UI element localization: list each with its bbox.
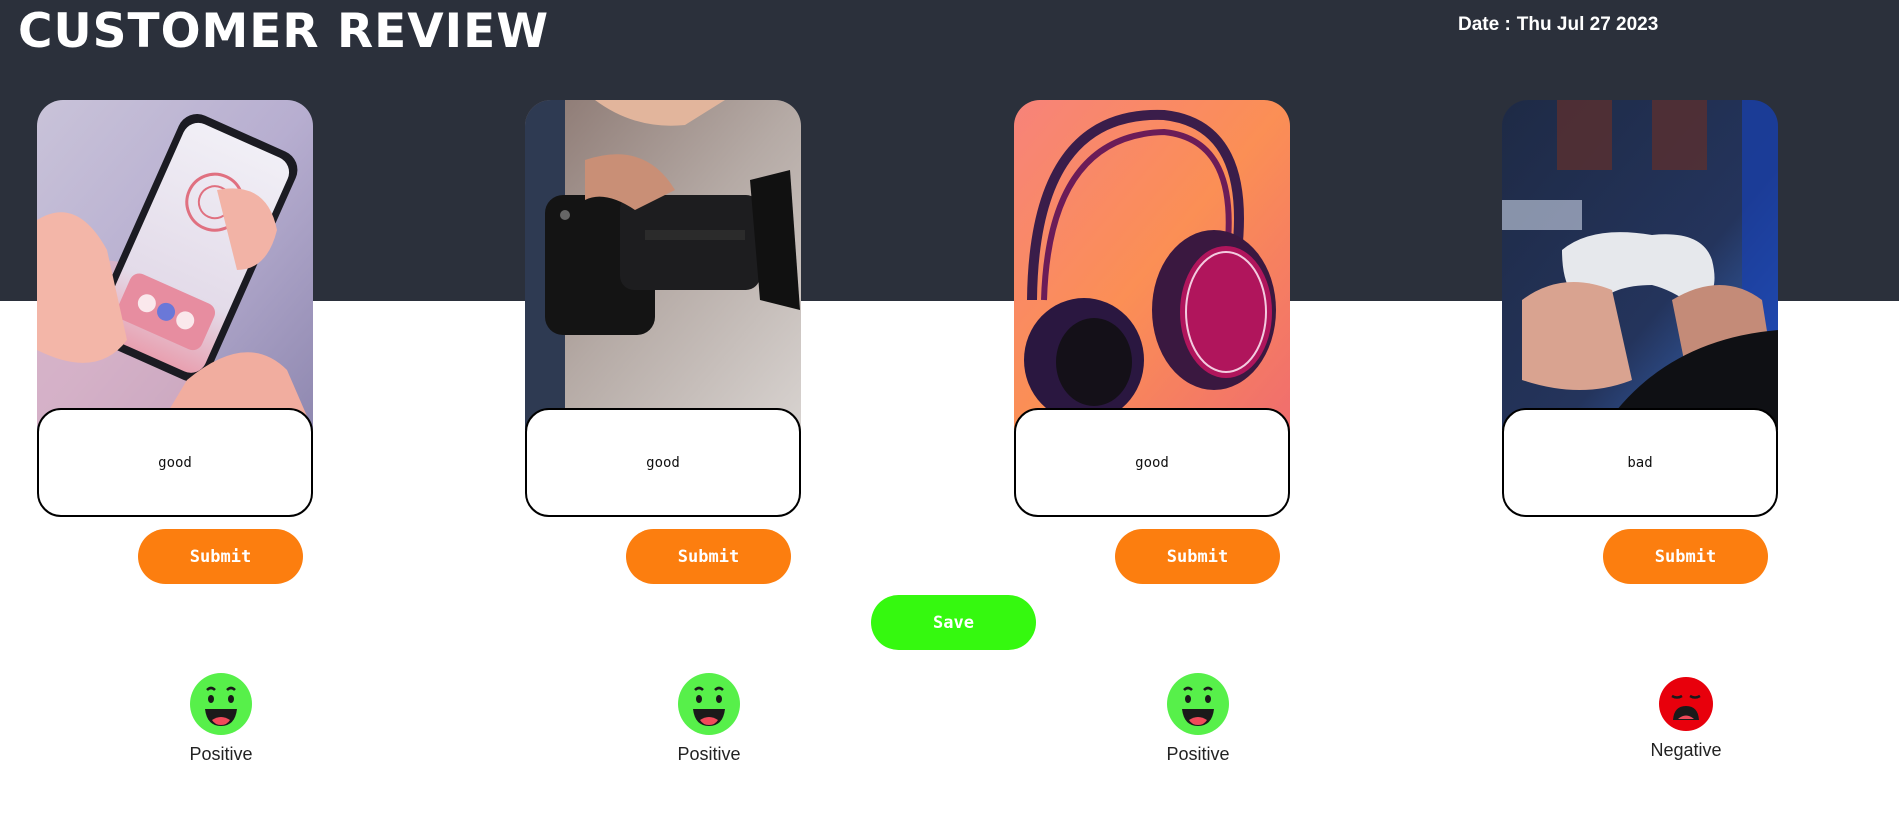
sentiment-label: Positive <box>189 744 253 764</box>
product-card: good <box>525 100 801 520</box>
review-text-box[interactable]: good <box>37 408 313 517</box>
product-card: bad <box>1502 100 1778 520</box>
sentiment-label: Negative <box>1650 740 1722 760</box>
submit-button[interactable]: Submit <box>626 529 791 584</box>
submit-button[interactable]: Submit <box>138 529 303 584</box>
game-controller-image <box>1502 100 1778 430</box>
product-card: good <box>37 100 313 520</box>
review-text-box[interactable]: good <box>525 408 801 517</box>
happy-face-icon <box>1167 673 1229 735</box>
sentiment-label: Positive <box>1166 744 1230 764</box>
date-label: Date : <box>1458 14 1511 35</box>
product-card: good <box>1014 100 1290 520</box>
date-display: Date : Thu Jul 27 2023 <box>1458 14 1664 36</box>
happy-face-icon <box>678 673 740 735</box>
page-title: CUSTOMER REVIEW <box>18 4 550 59</box>
sad-face-icon <box>1659 677 1713 731</box>
date-value: Thu Jul 27 2023 <box>1516 14 1659 35</box>
sentiment-result: Negative <box>1616 672 1756 772</box>
save-button[interactable]: Save <box>871 595 1036 650</box>
submit-button[interactable]: Submit <box>1603 529 1768 584</box>
product-image-smartphone <box>37 100 313 430</box>
camera-image <box>525 100 801 430</box>
product-image-headphones <box>1014 100 1290 430</box>
product-image-camera <box>525 100 801 430</box>
review-text-box[interactable]: good <box>1014 408 1290 517</box>
smartphone-image <box>37 100 313 430</box>
happy-face-icon <box>190 673 252 735</box>
submit-button[interactable]: Submit <box>1115 529 1280 584</box>
product-image-game-controller <box>1502 100 1778 430</box>
sentiment-result: Positive <box>151 672 291 772</box>
headphones-image <box>1014 100 1290 430</box>
sentiment-result: Positive <box>639 672 779 772</box>
review-text-box[interactable]: bad <box>1502 408 1778 517</box>
sentiment-label: Positive <box>677 744 741 764</box>
sentiment-result: Positive <box>1128 672 1268 772</box>
